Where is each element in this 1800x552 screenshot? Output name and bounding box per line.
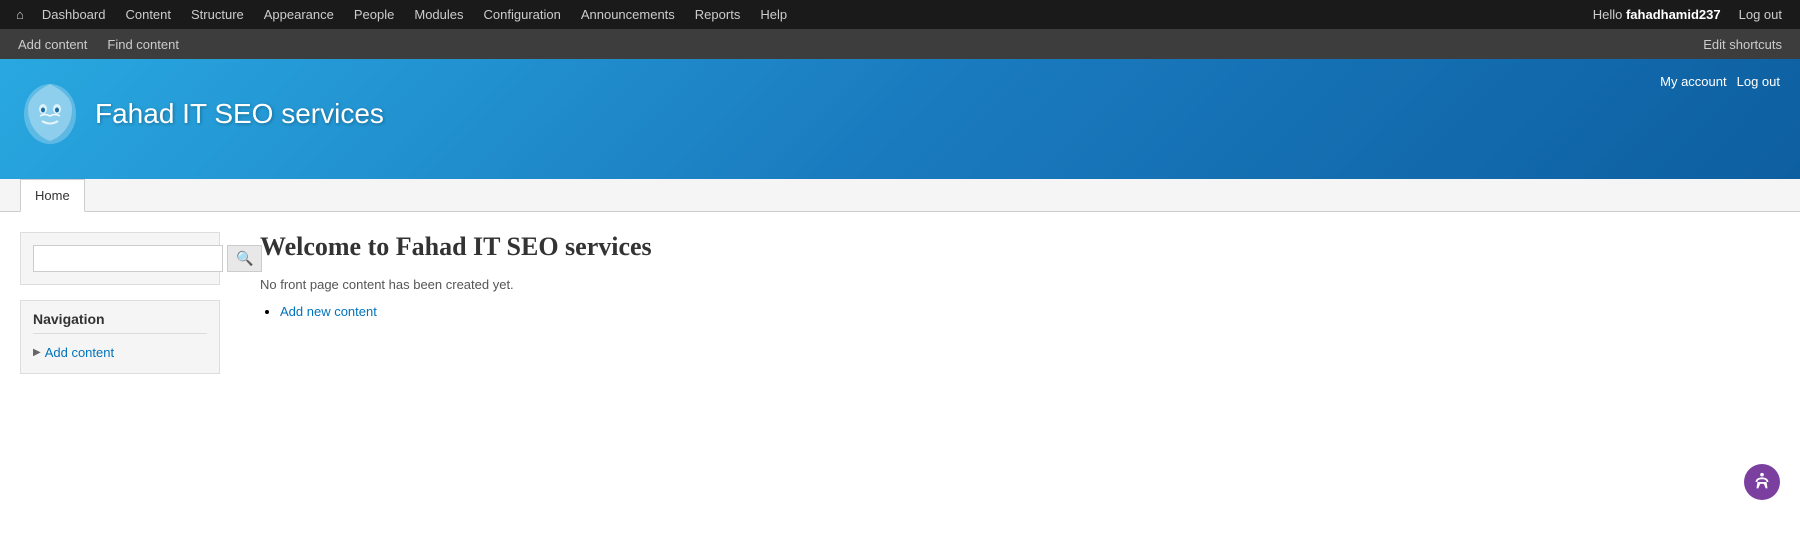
content-links: Add new content: [280, 304, 1780, 319]
drupal-logo: [20, 79, 80, 149]
toolbar-item-content[interactable]: Content: [115, 0, 181, 29]
admin-toolbar: ⌂ Dashboard Content Structure Appearance…: [0, 0, 1800, 29]
toolbar-user-area: Hello fahadhamid237 Log out: [1585, 0, 1792, 29]
toolbar-item-help[interactable]: Help: [750, 0, 797, 29]
accessibility-svg-icon: [1751, 471, 1773, 493]
page-title: Welcome to Fahad IT SEO services: [260, 232, 1780, 262]
logout-button[interactable]: Log out: [1729, 0, 1792, 29]
toolbar-item-modules[interactable]: Modules: [404, 0, 473, 29]
accessibility-icon[interactable]: [1744, 464, 1780, 500]
toolbar-item-appearance[interactable]: Appearance: [254, 0, 344, 29]
home-toolbar-icon[interactable]: ⌂: [8, 0, 32, 29]
primary-nav: Home: [0, 179, 1800, 212]
my-account-link[interactable]: My account: [1660, 74, 1726, 89]
shortcuts-bar: Add content Find content Edit shortcuts: [0, 29, 1800, 59]
toolbar-item-announcements[interactable]: Announcements: [571, 0, 685, 29]
nav-link-add-content: ▶ Add content: [33, 342, 207, 363]
toolbar-item-people[interactable]: People: [344, 0, 404, 29]
site-logo-area: Fahad IT SEO services: [20, 74, 384, 149]
site-header: Fahad IT SEO services My account Log out: [0, 59, 1800, 179]
site-name: Fahad IT SEO services: [95, 98, 384, 130]
add-new-content-link[interactable]: Add new content: [280, 304, 377, 319]
navigation-title: Navigation: [33, 311, 207, 334]
username: fahadhamid237: [1626, 7, 1721, 22]
content-area: Welcome to Fahad IT SEO services No fron…: [240, 232, 1780, 532]
header-account-links: My account Log out: [1660, 74, 1780, 89]
toolbar-item-reports[interactable]: Reports: [685, 0, 751, 29]
nav-arrow-icon: ▶: [33, 347, 41, 358]
toolbar-item-structure[interactable]: Structure: [181, 0, 254, 29]
page-subtitle: No front page content has been created y…: [260, 277, 1780, 292]
tab-home[interactable]: Home: [20, 179, 85, 212]
header-logout-link[interactable]: Log out: [1737, 74, 1780, 89]
toolbar-nav: ⌂ Dashboard Content Structure Appearance…: [8, 0, 797, 29]
add-content-nav-link[interactable]: Add content: [45, 345, 114, 360]
navigation-block: Navigation ▶ Add content: [20, 300, 220, 374]
hello-text: Hello fahadhamid237: [1585, 7, 1729, 22]
search-input[interactable]: [33, 245, 223, 272]
main-content: 🔍 Navigation ▶ Add content Welcome to Fa…: [0, 212, 1800, 552]
search-form: 🔍: [33, 245, 207, 272]
toolbar-item-configuration[interactable]: Configuration: [474, 0, 571, 29]
list-item: Add new content: [280, 304, 1780, 319]
edit-shortcuts-link[interactable]: Edit shortcuts: [1693, 37, 1792, 52]
sidebar: 🔍 Navigation ▶ Add content: [20, 232, 220, 532]
toolbar-item-dashboard[interactable]: Dashboard: [32, 0, 116, 29]
search-block: 🔍: [20, 232, 220, 285]
shortcut-find-content[interactable]: Find content: [97, 29, 189, 59]
shortcut-add-content[interactable]: Add content: [8, 29, 97, 59]
